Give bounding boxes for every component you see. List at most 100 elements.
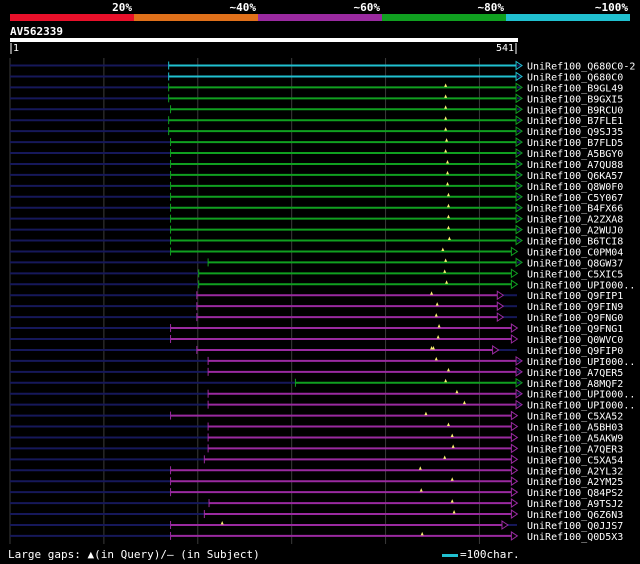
hit-label[interactable]: UniRef100_B7FLD5 — [527, 138, 623, 149]
query-gap-marker — [220, 520, 224, 525]
query-gap-marker — [446, 225, 450, 230]
subject-gap-text: (in Subject) — [173, 548, 260, 561]
query-gap-marker — [451, 444, 455, 448]
hit-row: UniRef100_C5XA54 — [10, 454, 623, 466]
hit-label[interactable]: UniRef100_A2WUJ0 — [527, 226, 623, 237]
identity-scale-label: ~40% — [230, 1, 257, 14]
hit-label[interactable]: UniRef100_A5BGY0 — [527, 149, 623, 160]
hit-label[interactable]: UniRef100_A9TSJ2 — [527, 499, 623, 510]
hit-label[interactable]: UniRef100_C5XA52 — [527, 412, 623, 423]
identity-scale-segment — [382, 14, 506, 21]
hit-label[interactable]: UniRef100_Q9FIP1 — [527, 291, 623, 302]
hit-end-arrow — [510, 410, 519, 421]
hit-end-arrow — [510, 323, 519, 333]
hit-label[interactable]: UniRef100_Q9FIN9 — [527, 302, 623, 313]
hit-end-arrow — [510, 432, 519, 443]
hit-label[interactable]: UniRef100_Q9FIP0 — [527, 346, 623, 357]
hit-label[interactable]: UniRef100_A7QU88 — [527, 160, 623, 171]
hit-label[interactable]: UniRef100_Q6KA57 — [527, 171, 623, 182]
query-gap-marker — [462, 400, 466, 405]
hit-label[interactable]: UniRef100_Q0JJS7 — [527, 521, 623, 532]
query-gap-marker — [444, 149, 448, 153]
hit-row: UniRef100_Q0WVC0 — [10, 334, 623, 346]
hit-label[interactable]: UniRef100_A2ZXA8 — [527, 215, 623, 226]
hit-end-arrow — [510, 334, 519, 344]
hit-row: UniRef100_A2YM25 — [10, 476, 623, 488]
hit-label[interactable]: UniRef100_Q8W0F0 — [527, 182, 623, 193]
hit-label[interactable]: UniRef100_B4FX66 — [527, 204, 623, 215]
hit-row: UniRef100_A5AKW9 — [10, 432, 623, 444]
identity-scale-label: ~100% — [595, 1, 628, 14]
hit-label[interactable]: UniRef100_UPI000.. — [527, 390, 635, 401]
query-gap-marker — [424, 411, 428, 416]
scale-bar-icon — [442, 553, 458, 557]
query-gap-marker — [419, 488, 423, 492]
query-gap-marker — [444, 378, 448, 383]
hit-label[interactable]: UniRef100_B7FLE1 — [527, 116, 623, 127]
query-id-label: AV562339 — [10, 25, 63, 38]
large-gaps-prefix: Large gaps: — [8, 548, 88, 561]
hit-end-arrow — [501, 520, 509, 530]
query-gap-marker — [444, 116, 448, 120]
hit-end-arrow — [510, 279, 519, 290]
hit-label[interactable]: UniRef100_Q8GW37 — [527, 258, 623, 269]
query-gap-marker — [446, 192, 450, 197]
hit-label[interactable]: UniRef100_UPI000.. — [527, 401, 635, 412]
hit-label[interactable]: UniRef100_A2YM25 — [527, 477, 623, 488]
hit-label[interactable]: UniRef100_Q9SJ35 — [527, 127, 623, 138]
hit-label[interactable]: UniRef100_B9GL49 — [527, 83, 623, 94]
query-gap-marker — [445, 138, 449, 142]
query-gap-marker — [446, 203, 450, 208]
hit-row: UniRef100_A7QU88 — [10, 159, 623, 171]
hit-label[interactable]: UniRef100_Q84PS2 — [527, 488, 623, 499]
query-gap-marker — [446, 181, 450, 186]
query-gap-text: (in Query)/ — [94, 548, 167, 561]
hit-label[interactable]: UniRef100_B9RCU0 — [527, 105, 623, 116]
hit-label[interactable]: UniRef100_Q680C0-2 — [527, 62, 635, 73]
identity-scale-segment — [134, 14, 258, 21]
hit-end-arrow — [510, 509, 519, 519]
hit-row: UniRef100_Q9SJ35 — [10, 126, 623, 138]
hit-row: UniRef100_Q0D5X3 — [10, 530, 623, 543]
hit-label[interactable]: UniRef100_A5AKW9 — [527, 433, 623, 444]
hit-end-arrow — [510, 530, 519, 541]
hit-label[interactable]: UniRef100_A7QER5 — [527, 368, 623, 379]
hit-row: UniRef100_A2WUJ0 — [10, 224, 623, 237]
hit-label[interactable]: UniRef100_Q0D5X3 — [527, 532, 623, 543]
hit-label[interactable]: UniRef100_Q0WVC0 — [527, 335, 623, 346]
identity-scale-label: 20% — [112, 1, 132, 14]
hit-label[interactable]: UniRef100_B6TCI8 — [527, 237, 623, 248]
hit-label[interactable]: UniRef100_UPI000.. — [527, 280, 635, 291]
hit-label[interactable]: UniRef100_B9GXI5 — [527, 94, 623, 105]
hit-row: UniRef100_A5BH03 — [10, 421, 623, 434]
hit-end-arrow — [496, 312, 505, 323]
hit-label[interactable]: UniRef100_Q9FNG1 — [527, 324, 623, 335]
query-end-label: 541 — [496, 43, 514, 54]
hit-label[interactable]: UniRef100_A8MQF2 — [527, 379, 623, 390]
hit-label[interactable]: UniRef100_A5BH03 — [527, 423, 623, 434]
query-bar — [10, 38, 518, 42]
hit-end-arrow — [510, 487, 519, 498]
hit-label[interactable]: UniRef100_Q9FNG0 — [527, 313, 623, 324]
hit-label[interactable]: UniRef100_A2YL32 — [527, 466, 623, 477]
alignment-overview-chart: 20% ~40% ~60% ~80% ~100% AV562339 1 541 UniR… — [9, 1, 635, 544]
hit-label[interactable]: UniRef100_C0PM04 — [527, 247, 623, 258]
hit-end-arrow — [492, 345, 500, 355]
query-gap-marker — [443, 455, 447, 459]
hit-row: UniRef100_B7FLD5 — [10, 137, 623, 149]
hit-label[interactable]: UniRef100_UPI000.. — [527, 357, 635, 368]
hit-label[interactable]: UniRef100_A7QER3 — [527, 444, 623, 455]
hit-label[interactable]: UniRef100_C5XIC5 — [527, 269, 623, 280]
query-gap-marker — [445, 280, 449, 284]
hit-row: UniRef100_A9TSJ2 — [10, 498, 623, 510]
hit-row: UniRef100_C5XIC5 — [10, 268, 623, 280]
hit-label[interactable]: UniRef100_C5XA54 — [527, 455, 623, 466]
query-gap-marker — [434, 356, 438, 361]
query-gap-marker — [431, 345, 435, 350]
query-gap-marker — [450, 477, 454, 481]
hit-label[interactable]: UniRef100_Q680C0 — [527, 72, 623, 83]
hit-label[interactable]: UniRef100_C5Y067 — [527, 193, 623, 204]
hit-row: UniRef100_Q84PS2 — [10, 487, 623, 499]
hit-label[interactable]: UniRef100_Q6Z6N3 — [527, 510, 623, 521]
query-gap-marker — [444, 83, 448, 87]
